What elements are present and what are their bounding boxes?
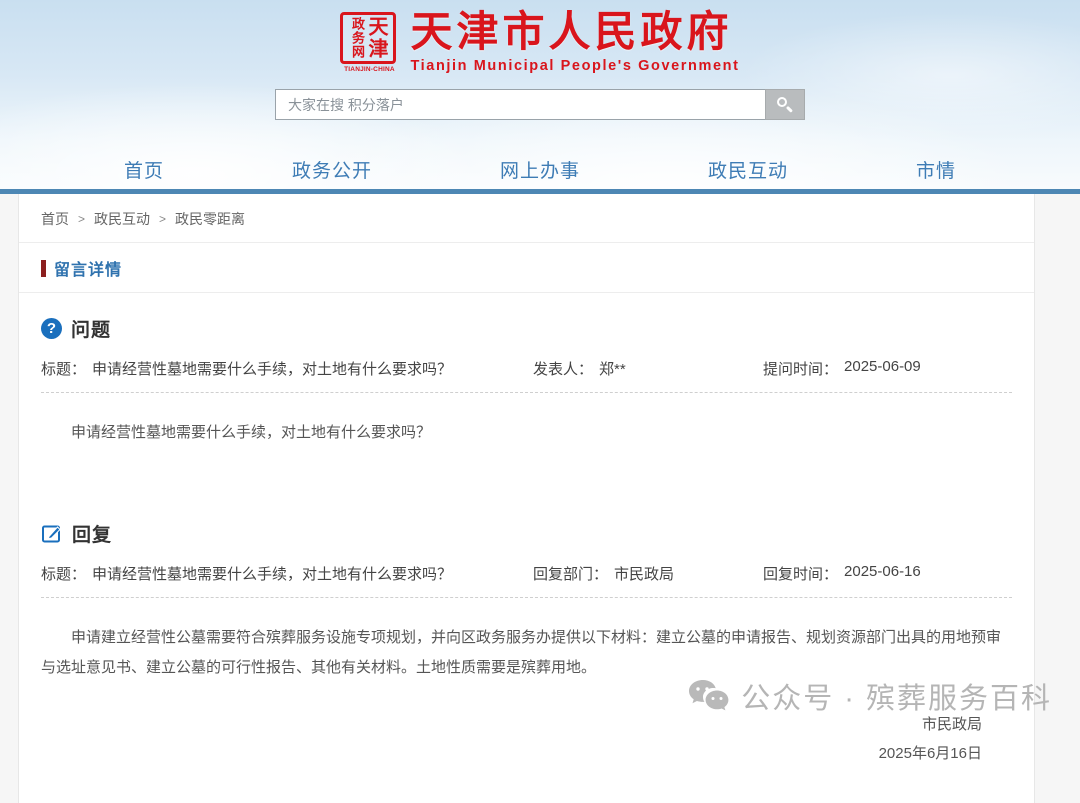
reply-block: 回复 标题： 申请经营性墓地需要什么手续，对土地有什么要求吗？ 回复部门： 市民… bbox=[19, 520, 1034, 763]
reply-heading: 回复 bbox=[72, 520, 112, 547]
signature-date: 2025年6月16日 bbox=[71, 742, 982, 763]
question-heading: 问题 bbox=[71, 315, 111, 342]
site-subtitle: Tianjin Municipal People's Government bbox=[410, 58, 739, 74]
question-time-label: 提问时间： bbox=[763, 358, 838, 379]
question-meta-row: 标题： 申请经营性墓地需要什么手续，对土地有什么要求吗？ 发表人： 郑** 提问… bbox=[41, 358, 1012, 379]
nav-item-home[interactable]: 首页 bbox=[114, 152, 174, 187]
search-input[interactable] bbox=[275, 89, 765, 120]
seal-caption: TIANJIN-CHINA bbox=[340, 66, 398, 73]
breadcrumb-public-interaction[interactable]: 政民互动 bbox=[94, 209, 150, 229]
wechat-icon bbox=[687, 678, 731, 715]
search-box bbox=[275, 89, 805, 120]
section-title-accent-bar bbox=[41, 260, 46, 277]
reply-dept: 市民政局 bbox=[614, 563, 674, 584]
nav-item-city-profile[interactable]: 市情 bbox=[906, 152, 966, 187]
question-title-label: 标题： bbox=[41, 358, 86, 379]
reply-body: 申请建立经营性公墓需要符合殡葬服务设施专项规划，并向区政务服务办提供以下材料：建… bbox=[41, 598, 1012, 683]
nav-item-gov-info[interactable]: 政务公开 bbox=[282, 152, 382, 187]
question-heading-row: ? 问题 bbox=[41, 315, 1012, 342]
breadcrumb-separator: > bbox=[78, 212, 85, 226]
question-time: 2025-06-09 bbox=[844, 358, 921, 379]
search-button[interactable] bbox=[765, 89, 805, 120]
reply-title-label: 标题： bbox=[41, 563, 86, 584]
breadcrumb-current-page: 政民零距离 bbox=[175, 209, 245, 229]
question-block: ? 问题 标题： 申请经营性墓地需要什么手续，对土地有什么要求吗？ 发表人： 郑… bbox=[19, 315, 1034, 498]
reply-time-cell: 回复时间： 2025-06-16 bbox=[763, 563, 921, 584]
page-title: 留言详情 bbox=[54, 256, 122, 280]
reply-title: 申请经营性墓地需要什么手续，对土地有什么要求吗？ bbox=[92, 563, 452, 584]
question-author-label: 发表人： bbox=[533, 358, 593, 379]
breadcrumb: 首页 > 政民互动 > 政民零距离 bbox=[19, 194, 1034, 243]
question-title: 申请经营性墓地需要什么手续，对土地有什么要求吗？ bbox=[92, 358, 452, 379]
reply-time: 2025-06-16 bbox=[844, 563, 921, 584]
logo-row: 政务网 天津 TIANJIN-CHINA 天津市人民政府 Tianjin Mun… bbox=[0, 0, 1080, 74]
search-row bbox=[0, 89, 1080, 120]
watermark-text: 公众号 · 殡葬服务百科 bbox=[741, 675, 1052, 717]
question-title-cell: 标题： 申请经营性墓地需要什么手续，对土地有什么要求吗？ bbox=[41, 358, 533, 379]
question-body: 申请经营性墓地需要什么手续，对土地有什么要求吗？ bbox=[41, 393, 1012, 498]
government-seal-logo: 政务网 天津 TIANJIN-CHINA bbox=[340, 12, 398, 73]
question-time-cell: 提问时间： 2025-06-09 bbox=[763, 358, 921, 379]
question-mark-icon: ? bbox=[41, 318, 62, 339]
reply-meta-row: 标题： 申请经营性墓地需要什么手续，对土地有什么要求吗？ 回复部门： 市民政局 … bbox=[41, 563, 1012, 584]
nav-item-public-interaction[interactable]: 政民互动 bbox=[698, 152, 798, 187]
reply-signature: 市民政局 2025年6月16日 bbox=[41, 713, 1012, 763]
reply-title-cell: 标题： 申请经营性墓地需要什么手续，对土地有什么要求吗？ bbox=[41, 563, 533, 584]
site-header: 政务网 天津 TIANJIN-CHINA 天津市人民政府 Tianjin Mun… bbox=[0, 0, 1080, 189]
reply-dept-label: 回复部门： bbox=[533, 563, 608, 584]
main-nav: 首页 政务公开 网上办事 政民互动 市情 bbox=[0, 152, 1080, 187]
reply-heading-row: 回复 bbox=[41, 520, 1012, 547]
reply-edit-icon bbox=[41, 523, 63, 545]
question-author: 郑** bbox=[599, 358, 626, 379]
search-icon bbox=[777, 97, 793, 113]
site-title-block: 天津市人民政府 Tianjin Municipal People's Gover… bbox=[410, 10, 739, 74]
breadcrumb-home[interactable]: 首页 bbox=[41, 209, 69, 229]
seal-left-text: 政务网 bbox=[351, 17, 364, 59]
question-author-cell: 发表人： 郑** bbox=[533, 358, 763, 379]
watermark: 公众号 · 殡葬服务百科 bbox=[687, 675, 1052, 717]
seal-right-text: 天津 bbox=[366, 16, 386, 60]
breadcrumb-separator: > bbox=[159, 212, 166, 226]
reply-time-label: 回复时间： bbox=[763, 563, 838, 584]
reply-dept-cell: 回复部门： 市民政局 bbox=[533, 563, 763, 584]
site-title: 天津市人民政府 bbox=[410, 10, 739, 54]
nav-item-online-services[interactable]: 网上办事 bbox=[490, 152, 590, 187]
seal-icon: 政务网 天津 bbox=[340, 12, 396, 64]
section-title-row: 留言详情 bbox=[19, 243, 1034, 293]
